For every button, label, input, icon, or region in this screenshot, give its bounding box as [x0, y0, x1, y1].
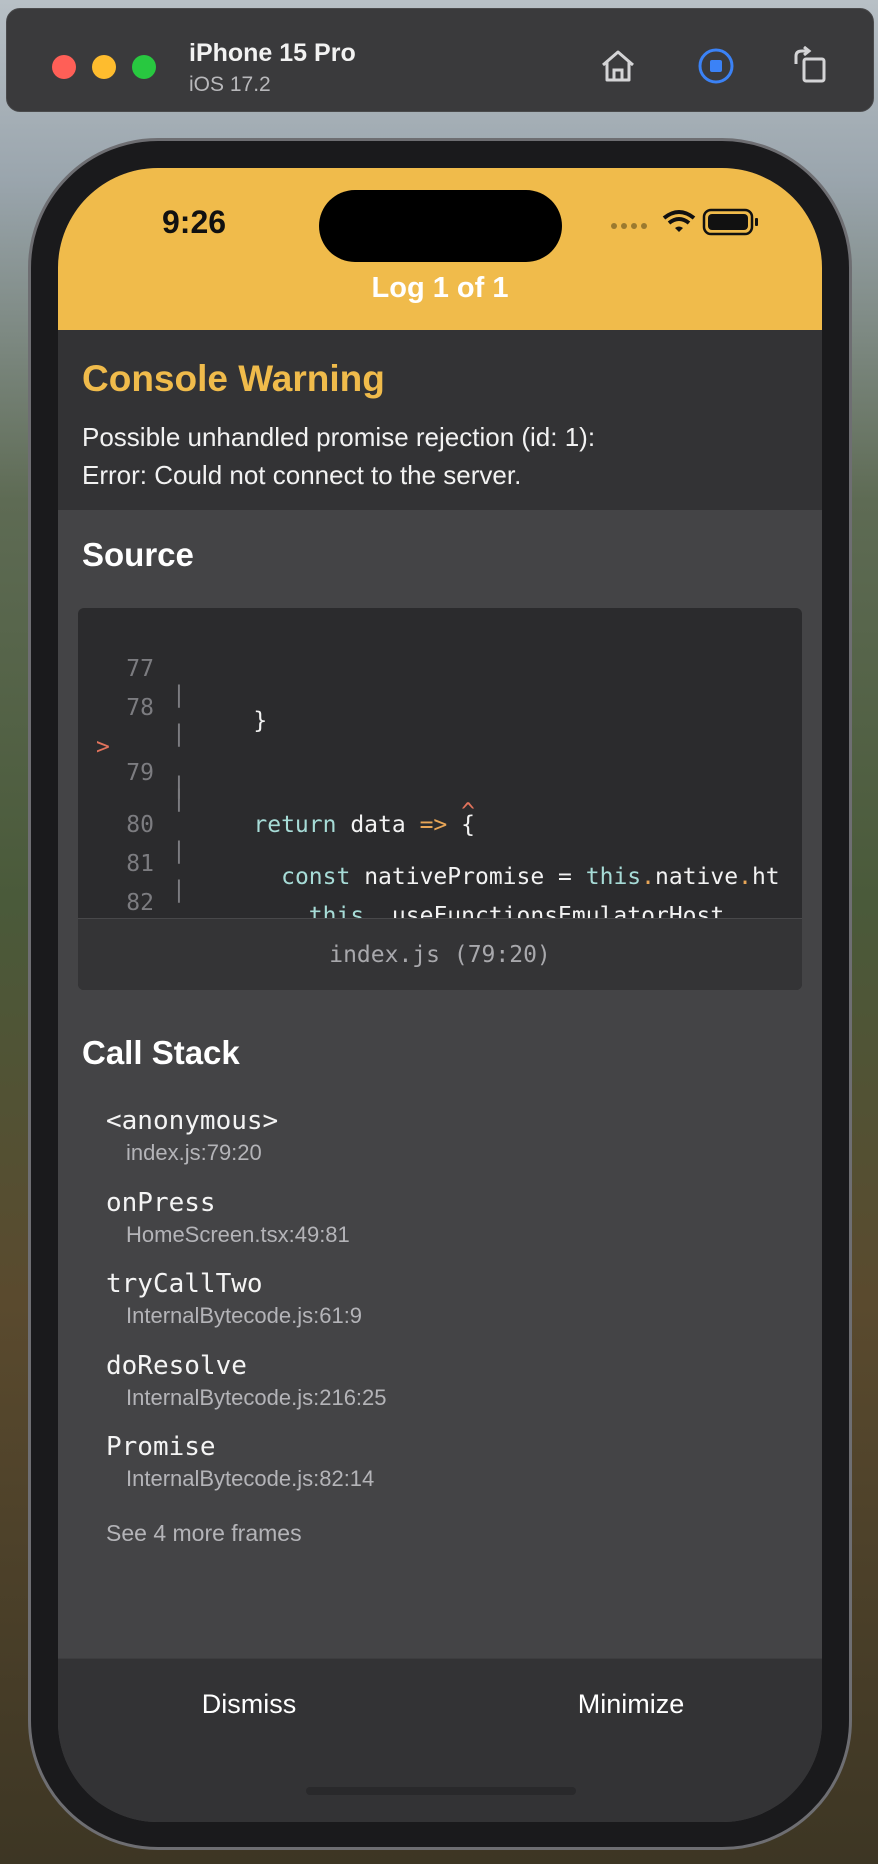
- line-number: 82: [126, 890, 154, 916]
- stack-frame[interactable]: Promise InternalBytecode.js:82:14: [106, 1432, 374, 1492]
- warning-message-line-2: Error: Could not connect to the server.: [82, 460, 522, 490]
- simulator-title-bar: iPhone 15 Pro iOS 17.2: [6, 8, 874, 112]
- stack-frame[interactable]: onPress HomeScreen.tsx:49:81: [106, 1188, 350, 1248]
- frame-function: <anonymous>: [106, 1106, 279, 1136]
- frame-function: doResolve: [106, 1351, 247, 1381]
- status-icons: [611, 208, 758, 236]
- home-button[interactable]: [595, 43, 641, 89]
- dynamic-island: [319, 190, 562, 262]
- zoom-window-button[interactable]: [132, 55, 156, 79]
- status-time: 9:26: [162, 204, 227, 240]
- record-button[interactable]: [693, 43, 739, 89]
- home-icon: [602, 50, 634, 82]
- frame-location: InternalBytecode.js:216:25: [126, 1385, 387, 1410]
- frame-location: HomeScreen.tsx:49:81: [126, 1222, 350, 1247]
- code-line: 82 | this._useFunctionsEmulatorPort,: [78, 864, 738, 968]
- dismiss-button[interactable]: Dismiss: [58, 1689, 440, 1720]
- code-text: }: [198, 708, 268, 734]
- warning-title: Console Warning: [82, 358, 385, 399]
- warning-message-line-1: Possible unhandled promise rejection (id…: [82, 422, 596, 452]
- frame-location: index.js:79:20: [126, 1140, 262, 1165]
- frame-function: Promise: [106, 1432, 216, 1462]
- log-header: 9:26 Log 1 of 1: [58, 168, 822, 330]
- log-counter: Log 1 of 1: [371, 272, 509, 304]
- rotate-icon: [794, 46, 826, 83]
- action-bar: Dismiss Minimize: [58, 1658, 822, 1822]
- stack-frame[interactable]: doResolve InternalBytecode.js:216:25: [106, 1351, 387, 1411]
- code-caret-line: | ^: [172, 773, 475, 825]
- minimize-window-button[interactable]: [92, 55, 116, 79]
- frame-function: tryCallTwo: [106, 1269, 263, 1299]
- frame-function: onPress: [106, 1188, 216, 1218]
- record-icon: [698, 48, 734, 84]
- minimize-button[interactable]: Minimize: [440, 1689, 822, 1720]
- frame-location: InternalBytecode.js:61:9: [126, 1303, 363, 1328]
- os-version: iOS 17.2: [189, 73, 271, 96]
- code-line: 77 | }: [78, 630, 267, 734]
- code-line: 78 |: [78, 669, 186, 747]
- source-title: Source: [82, 536, 194, 573]
- home-indicator[interactable]: [306, 1787, 576, 1795]
- rotate-button[interactable]: [787, 43, 833, 89]
- frame-location: InternalBytecode.js:82:14: [126, 1466, 375, 1491]
- warning-message[interactable]: Possible unhandled promise rejection (id…: [82, 418, 595, 494]
- device-name: iPhone 15 Pro: [189, 39, 356, 67]
- stack-frame[interactable]: <anonymous> index.js:79:20: [106, 1106, 278, 1166]
- close-window-button[interactable]: [52, 55, 76, 79]
- error-caret: ^: [198, 799, 475, 825]
- signal-icon: [611, 223, 647, 229]
- phone-screen: 9:26 Log 1 of 1 Console Warning Possible…: [58, 168, 822, 1822]
- code-line: 81 | this._useFunctionsEmulatorHost,: [78, 825, 738, 929]
- see-more-frames-link[interactable]: See 4 more frames: [106, 1520, 302, 1547]
- code-line-highlighted: > 79 | return data => {: [96, 734, 475, 838]
- battery-icon: [702, 208, 758, 236]
- stack-frame[interactable]: tryCallTwo InternalBytecode.js:61:9: [106, 1269, 362, 1329]
- call-stack-title: Call Stack: [82, 1034, 240, 1071]
- source-file-link[interactable]: index.js (79:20): [78, 918, 802, 990]
- source-code-box[interactable]: 77 | } 78 | > 79 | return data => { | ^ …: [78, 608, 802, 990]
- warning-block: Console Warning Possible unhandled promi…: [58, 330, 822, 510]
- wifi-icon: [662, 210, 696, 232]
- code-line: 80 | const nativePromise = this.native.h…: [78, 786, 779, 890]
- code-text: const nativePromise = this.native.ht: [281, 864, 780, 890]
